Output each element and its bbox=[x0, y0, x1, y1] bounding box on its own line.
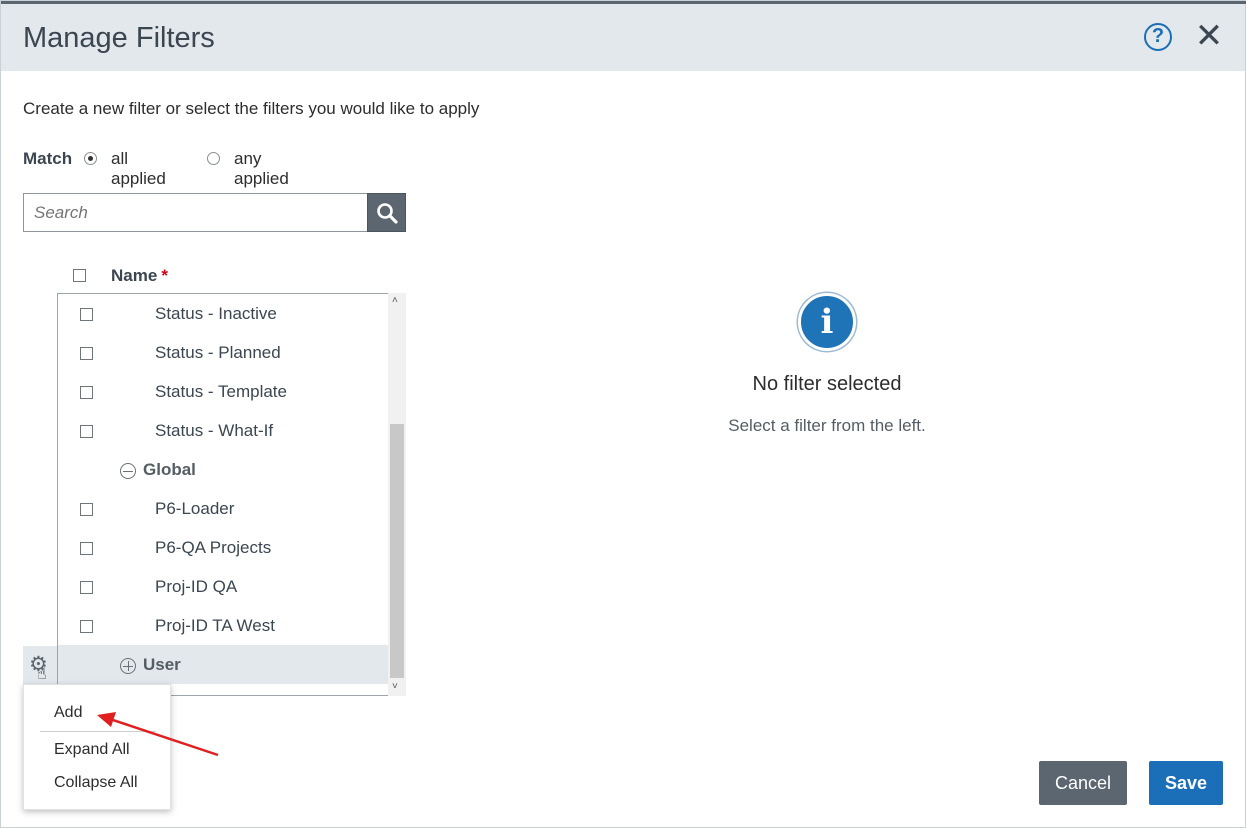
filter-checkbox[interactable] bbox=[80, 425, 93, 438]
radio-any-applied[interactable] bbox=[207, 152, 220, 165]
group-row-global[interactable]: Global bbox=[58, 450, 388, 489]
match-label: Match bbox=[23, 149, 73, 168]
radio-all-applied[interactable] bbox=[84, 152, 97, 165]
filter-checkbox[interactable] bbox=[80, 503, 93, 516]
list-item[interactable]: Status - Template bbox=[58, 372, 388, 411]
group-row-user[interactable]: User bbox=[58, 645, 388, 684]
filter-checkbox[interactable] bbox=[80, 386, 93, 399]
filter-label: Status - Inactive bbox=[155, 304, 277, 323]
intro-text: Create a new filter or select the filter… bbox=[23, 99, 480, 118]
search-button[interactable] bbox=[367, 193, 406, 232]
cancel-button[interactable]: Cancel bbox=[1039, 761, 1127, 805]
filter-checkbox[interactable] bbox=[80, 347, 93, 360]
gear-menu-button[interactable]: ⚙ ☝ bbox=[23, 646, 57, 684]
filter-label: Status - What-If bbox=[155, 421, 274, 440]
expand-icon[interactable] bbox=[120, 658, 136, 674]
required-marker: * bbox=[161, 266, 168, 285]
close-icon[interactable]: ✕ bbox=[1194, 19, 1224, 53]
filter-label: Proj-ID QA bbox=[155, 577, 238, 596]
gear-dropdown-menu: Add Expand All Collapse All bbox=[23, 684, 171, 810]
filter-list: Status - Inactive Status - Planned Statu… bbox=[57, 293, 388, 696]
filter-label: Status - Template bbox=[155, 382, 287, 401]
menu-divider bbox=[40, 731, 156, 732]
list-item[interactable]: P6-Loader bbox=[58, 489, 388, 528]
save-button[interactable]: Save bbox=[1149, 761, 1223, 805]
empty-state-title: No filter selected bbox=[752, 373, 902, 395]
name-column-label[interactable]: Name * bbox=[111, 266, 168, 286]
filter-checkbox[interactable] bbox=[80, 308, 93, 321]
scrollbar-thumb[interactable] bbox=[390, 424, 404, 678]
menu-item-expand-all[interactable]: Expand All bbox=[54, 741, 130, 759]
filter-label: P6-Loader bbox=[155, 499, 235, 518]
group-label: Global bbox=[143, 460, 196, 479]
filter-label: Status - Planned bbox=[155, 343, 281, 362]
radio-any-applied-label[interactable]: any applied bbox=[234, 149, 289, 189]
manage-filters-dialog: Manage Filters ? ✕ Create a new filter o… bbox=[0, 0, 1246, 828]
list-item[interactable]: Proj-ID TA West bbox=[58, 606, 388, 645]
filter-checkbox[interactable] bbox=[80, 620, 93, 633]
search-input[interactable] bbox=[23, 193, 368, 232]
group-label: User bbox=[143, 655, 181, 674]
help-icon[interactable]: ? bbox=[1144, 23, 1172, 51]
hand-cursor-icon: ☝ bbox=[37, 666, 47, 683]
info-icon: i bbox=[798, 293, 856, 351]
name-column-header: Name * bbox=[57, 263, 388, 291]
filter-label: P6-QA Projects bbox=[155, 538, 272, 557]
list-scrollbar[interactable]: ˄ ˅ bbox=[388, 293, 406, 696]
list-item[interactable]: P6-QA Projects bbox=[58, 528, 388, 567]
list-item[interactable]: Status - Planned bbox=[58, 333, 388, 372]
filter-checkbox[interactable] bbox=[80, 542, 93, 555]
filter-checkbox[interactable] bbox=[80, 581, 93, 594]
list-item[interactable]: Status - What-If bbox=[58, 411, 388, 450]
dialog-title: Manage Filters bbox=[23, 22, 215, 54]
select-all-checkbox[interactable] bbox=[73, 269, 86, 282]
collapse-icon[interactable] bbox=[120, 463, 136, 479]
radio-all-applied-label[interactable]: all applied bbox=[111, 149, 166, 189]
chevron-up-icon[interactable]: ˄ bbox=[392, 295, 398, 306]
search-icon bbox=[377, 203, 398, 224]
empty-state-subtitle: Select a filter from the left. bbox=[728, 416, 926, 435]
list-item[interactable]: Proj-ID QA bbox=[58, 567, 388, 606]
menu-item-collapse-all[interactable]: Collapse All bbox=[54, 774, 138, 792]
dialog-header: Manage Filters ? ✕ bbox=[1, 4, 1245, 71]
menu-item-add[interactable]: Add bbox=[54, 704, 82, 722]
filter-label: Proj-ID TA West bbox=[155, 616, 275, 635]
chevron-down-icon[interactable]: ˅ bbox=[392, 681, 398, 692]
list-item[interactable]: Status - Inactive bbox=[58, 294, 388, 333]
